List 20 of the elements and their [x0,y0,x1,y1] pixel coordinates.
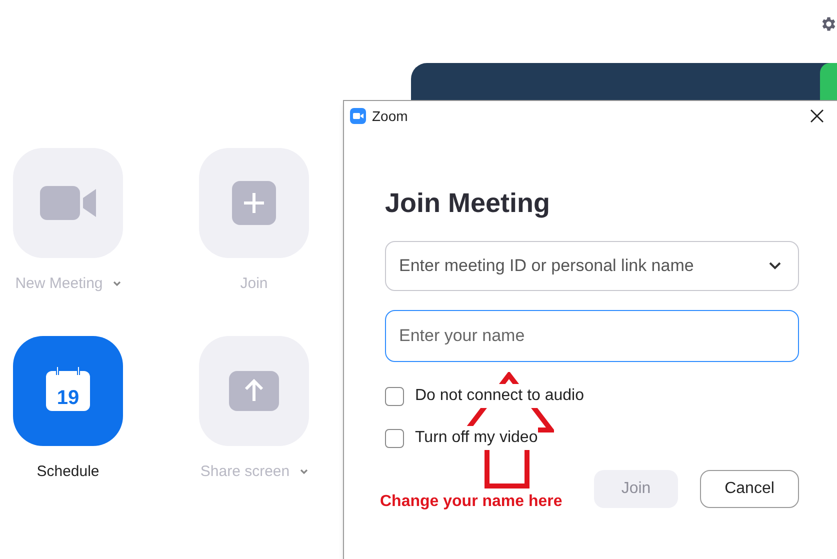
meeting-id-dropdown[interactable]: Enter meeting ID or personal link name [385,241,799,291]
tile-label: Schedule [36,462,100,482]
cancel-button[interactable]: Cancel [700,470,799,508]
video-camera-icon [350,108,366,124]
name-field[interactable]: Enter your name [385,310,799,362]
dialog-heading: Join Meeting [385,187,552,220]
close-icon[interactable] [810,109,824,123]
calendar-tile-button[interactable]: 19 [13,336,123,446]
window-title: Zoom [372,106,408,126]
annotation-text: Change your name here [380,492,562,512]
tile-label: New Meeting [15,274,103,294]
checkbox[interactable] [385,428,404,448]
tile-label: Share screen [200,462,290,482]
video-camera-icon [40,186,96,220]
checkbox[interactable] [385,386,404,406]
chevron-down-icon[interactable] [769,262,781,270]
tile-label: Join [240,274,268,294]
checkbox-label: Do not connect to audio [415,384,584,408]
plus-icon [232,181,276,225]
checkbox-label: Turn off my video [415,426,538,450]
